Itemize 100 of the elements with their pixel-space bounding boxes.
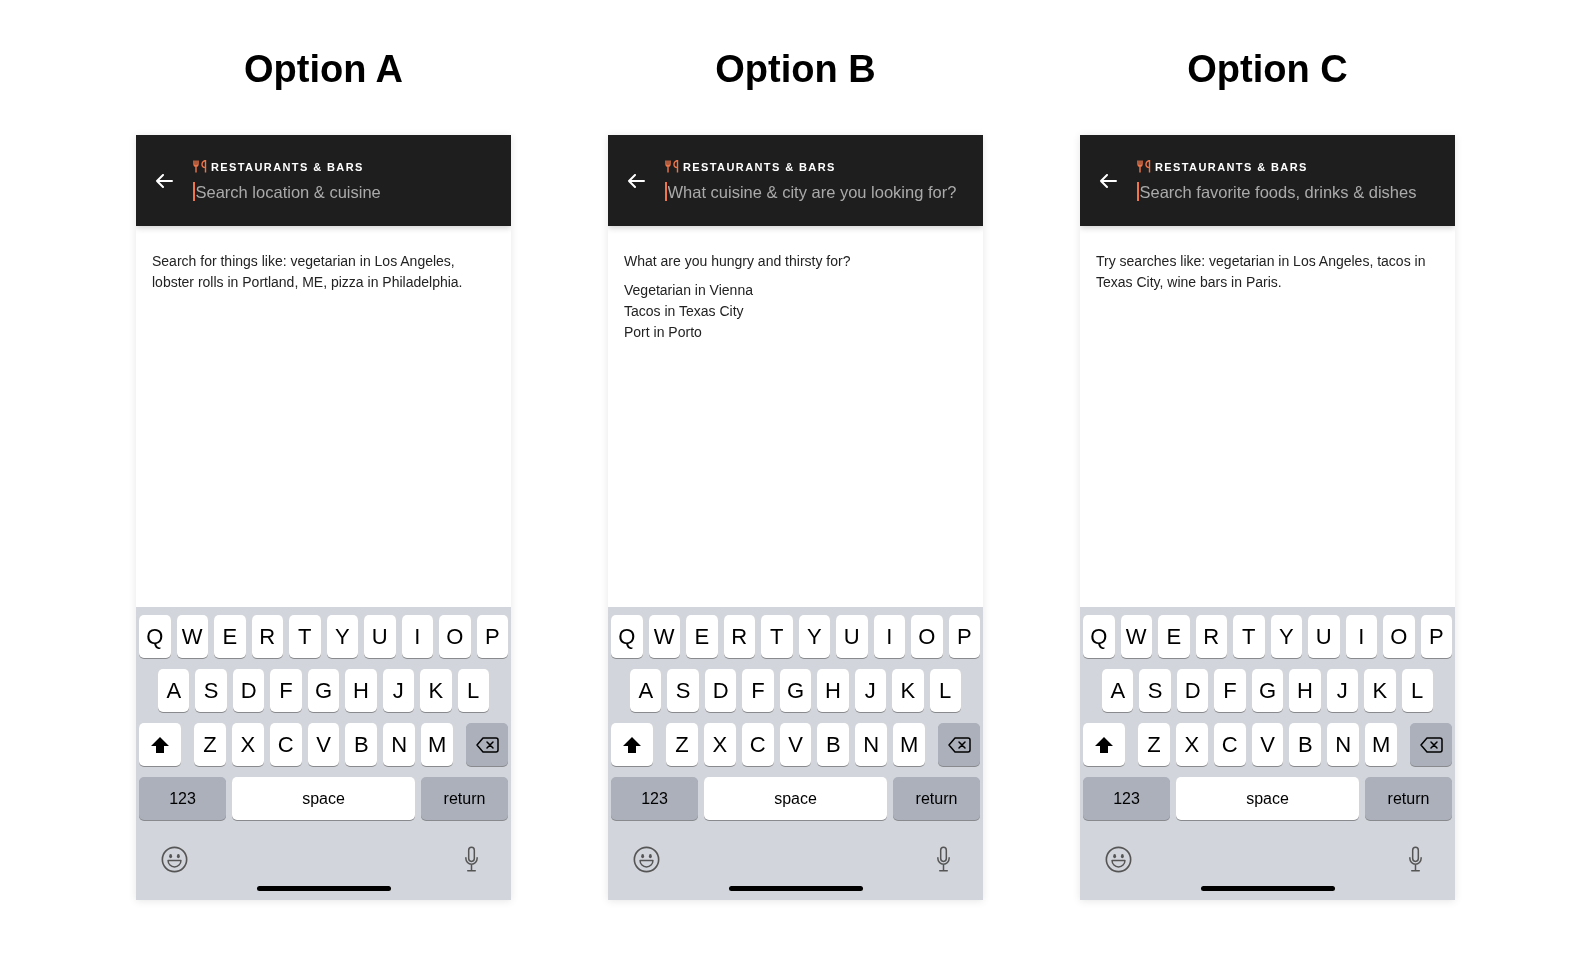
- keyboard-key[interactable]: X: [703, 723, 736, 766]
- keyboard-key[interactable]: R: [251, 615, 283, 658]
- keyboard-key[interactable]: J: [382, 669, 415, 712]
- microphone-icon[interactable]: [1408, 846, 1423, 873]
- keyboard-key[interactable]: Y: [798, 615, 830, 658]
- keyboard-key[interactable]: G: [307, 669, 340, 712]
- back-arrow-icon[interactable]: [155, 173, 173, 188]
- keyboard-key[interactable]: D: [232, 669, 265, 712]
- delete-key[interactable]: [466, 723, 508, 766]
- keyboard-key[interactable]: U: [364, 615, 396, 658]
- keyboard-key[interactable]: Q: [611, 615, 643, 658]
- keyboard-key[interactable]: U: [1308, 615, 1340, 658]
- keyboard-key[interactable]: N: [855, 723, 888, 766]
- keyboard-key[interactable]: A: [158, 669, 190, 712]
- keyboard-key[interactable]: L: [929, 669, 961, 712]
- keyboard-key[interactable]: W: [648, 615, 680, 658]
- keyboard-key[interactable]: F: [270, 669, 302, 712]
- keyboard-key[interactable]: E: [686, 615, 718, 658]
- return-key[interactable]: return: [1365, 777, 1452, 820]
- keyboard-key[interactable]: S: [195, 669, 227, 712]
- keyboard-key[interactable]: N: [1327, 723, 1360, 766]
- keyboard-key[interactable]: Z: [194, 723, 226, 766]
- back-arrow-icon[interactable]: [627, 173, 645, 188]
- keyboard-key[interactable]: M: [1365, 723, 1397, 766]
- numbers-key[interactable]: 123: [139, 777, 226, 820]
- keyboard-key[interactable]: U: [836, 615, 868, 658]
- return-key[interactable]: return: [893, 777, 980, 820]
- keyboard-key[interactable]: T: [761, 615, 793, 658]
- shift-key[interactable]: [139, 723, 181, 766]
- keyboard-key[interactable]: J: [1326, 669, 1359, 712]
- keyboard-key[interactable]: P: [1420, 615, 1452, 658]
- keyboard-key[interactable]: B: [345, 723, 378, 766]
- keyboard-key[interactable]: V: [307, 723, 340, 766]
- keyboard-key[interactable]: V: [1251, 723, 1284, 766]
- keyboard-key[interactable]: O: [439, 615, 471, 658]
- keyboard-key[interactable]: S: [1139, 669, 1171, 712]
- keyboard-key[interactable]: H: [1289, 669, 1321, 712]
- space-key[interactable]: space: [232, 777, 415, 820]
- delete-key[interactable]: [938, 723, 980, 766]
- space-key[interactable]: space: [704, 777, 887, 820]
- keyboard-key[interactable]: P: [948, 615, 980, 658]
- keyboard-key[interactable]: P: [476, 615, 508, 658]
- keyboard-key[interactable]: E: [1158, 615, 1190, 658]
- microphone-icon[interactable]: [464, 846, 479, 873]
- keyboard-key[interactable]: K: [1364, 669, 1396, 712]
- shift-key[interactable]: [1083, 723, 1125, 766]
- keyboard-key[interactable]: H: [345, 669, 377, 712]
- search-field[interactable]: Search location & cuisine: [194, 181, 501, 202]
- emoji-icon[interactable]: [161, 846, 188, 873]
- keyboard-key[interactable]: X: [1175, 723, 1208, 766]
- keyboard-key[interactable]: Q: [139, 615, 171, 658]
- return-key[interactable]: return: [421, 777, 508, 820]
- keyboard-key[interactable]: A: [630, 669, 662, 712]
- search-field[interactable]: What cuisine & city are you looking for?: [666, 181, 973, 202]
- keyboard-key[interactable]: C: [741, 723, 774, 766]
- back-arrow-icon[interactable]: [1099, 173, 1117, 188]
- keyboard-key[interactable]: D: [704, 669, 737, 712]
- keyboard-key[interactable]: G: [779, 669, 812, 712]
- keyboard-key[interactable]: X: [231, 723, 264, 766]
- delete-key[interactable]: [1410, 723, 1452, 766]
- keyboard-key[interactable]: J: [854, 669, 887, 712]
- keyboard-key[interactable]: W: [1120, 615, 1152, 658]
- keyboard-key[interactable]: T: [289, 615, 321, 658]
- keyboard-key[interactable]: Z: [666, 723, 698, 766]
- keyboard-key[interactable]: V: [779, 723, 812, 766]
- keyboard-key[interactable]: K: [420, 669, 452, 712]
- keyboard-key[interactable]: R: [723, 615, 755, 658]
- keyboard-key[interactable]: B: [1289, 723, 1322, 766]
- keyboard-key[interactable]: B: [817, 723, 850, 766]
- keyboard-key[interactable]: I: [401, 615, 433, 658]
- space-key[interactable]: space: [1176, 777, 1359, 820]
- numbers-key[interactable]: 123: [611, 777, 698, 820]
- keyboard-key[interactable]: G: [1251, 669, 1284, 712]
- keyboard-key[interactable]: O: [1383, 615, 1415, 658]
- emoji-icon[interactable]: [633, 846, 660, 873]
- search-field[interactable]: Search favorite foods, drinks & dishes: [1138, 181, 1445, 202]
- keyboard-key[interactable]: S: [667, 669, 699, 712]
- keyboard-key[interactable]: I: [873, 615, 905, 658]
- keyboard-key[interactable]: Y: [326, 615, 358, 658]
- keyboard-key[interactable]: L: [457, 669, 489, 712]
- keyboard-key[interactable]: L: [1401, 669, 1433, 712]
- shift-key[interactable]: [611, 723, 653, 766]
- keyboard-key[interactable]: R: [1195, 615, 1227, 658]
- keyboard-key[interactable]: A: [1102, 669, 1134, 712]
- keyboard-key[interactable]: K: [892, 669, 924, 712]
- emoji-icon[interactable]: [1105, 846, 1132, 873]
- microphone-icon[interactable]: [936, 846, 951, 873]
- keyboard-key[interactable]: E: [214, 615, 246, 658]
- numbers-key[interactable]: 123: [1083, 777, 1170, 820]
- keyboard-key[interactable]: W: [176, 615, 208, 658]
- keyboard-key[interactable]: O: [911, 615, 943, 658]
- keyboard-key[interactable]: F: [1214, 669, 1246, 712]
- keyboard-key[interactable]: C: [269, 723, 302, 766]
- keyboard-key[interactable]: H: [817, 669, 849, 712]
- keyboard-key[interactable]: M: [421, 723, 453, 766]
- keyboard-key[interactable]: C: [1213, 723, 1246, 766]
- keyboard-key[interactable]: Z: [1138, 723, 1170, 766]
- keyboard-key[interactable]: N: [383, 723, 416, 766]
- keyboard-key[interactable]: F: [742, 669, 774, 712]
- keyboard-key[interactable]: Y: [1270, 615, 1302, 658]
